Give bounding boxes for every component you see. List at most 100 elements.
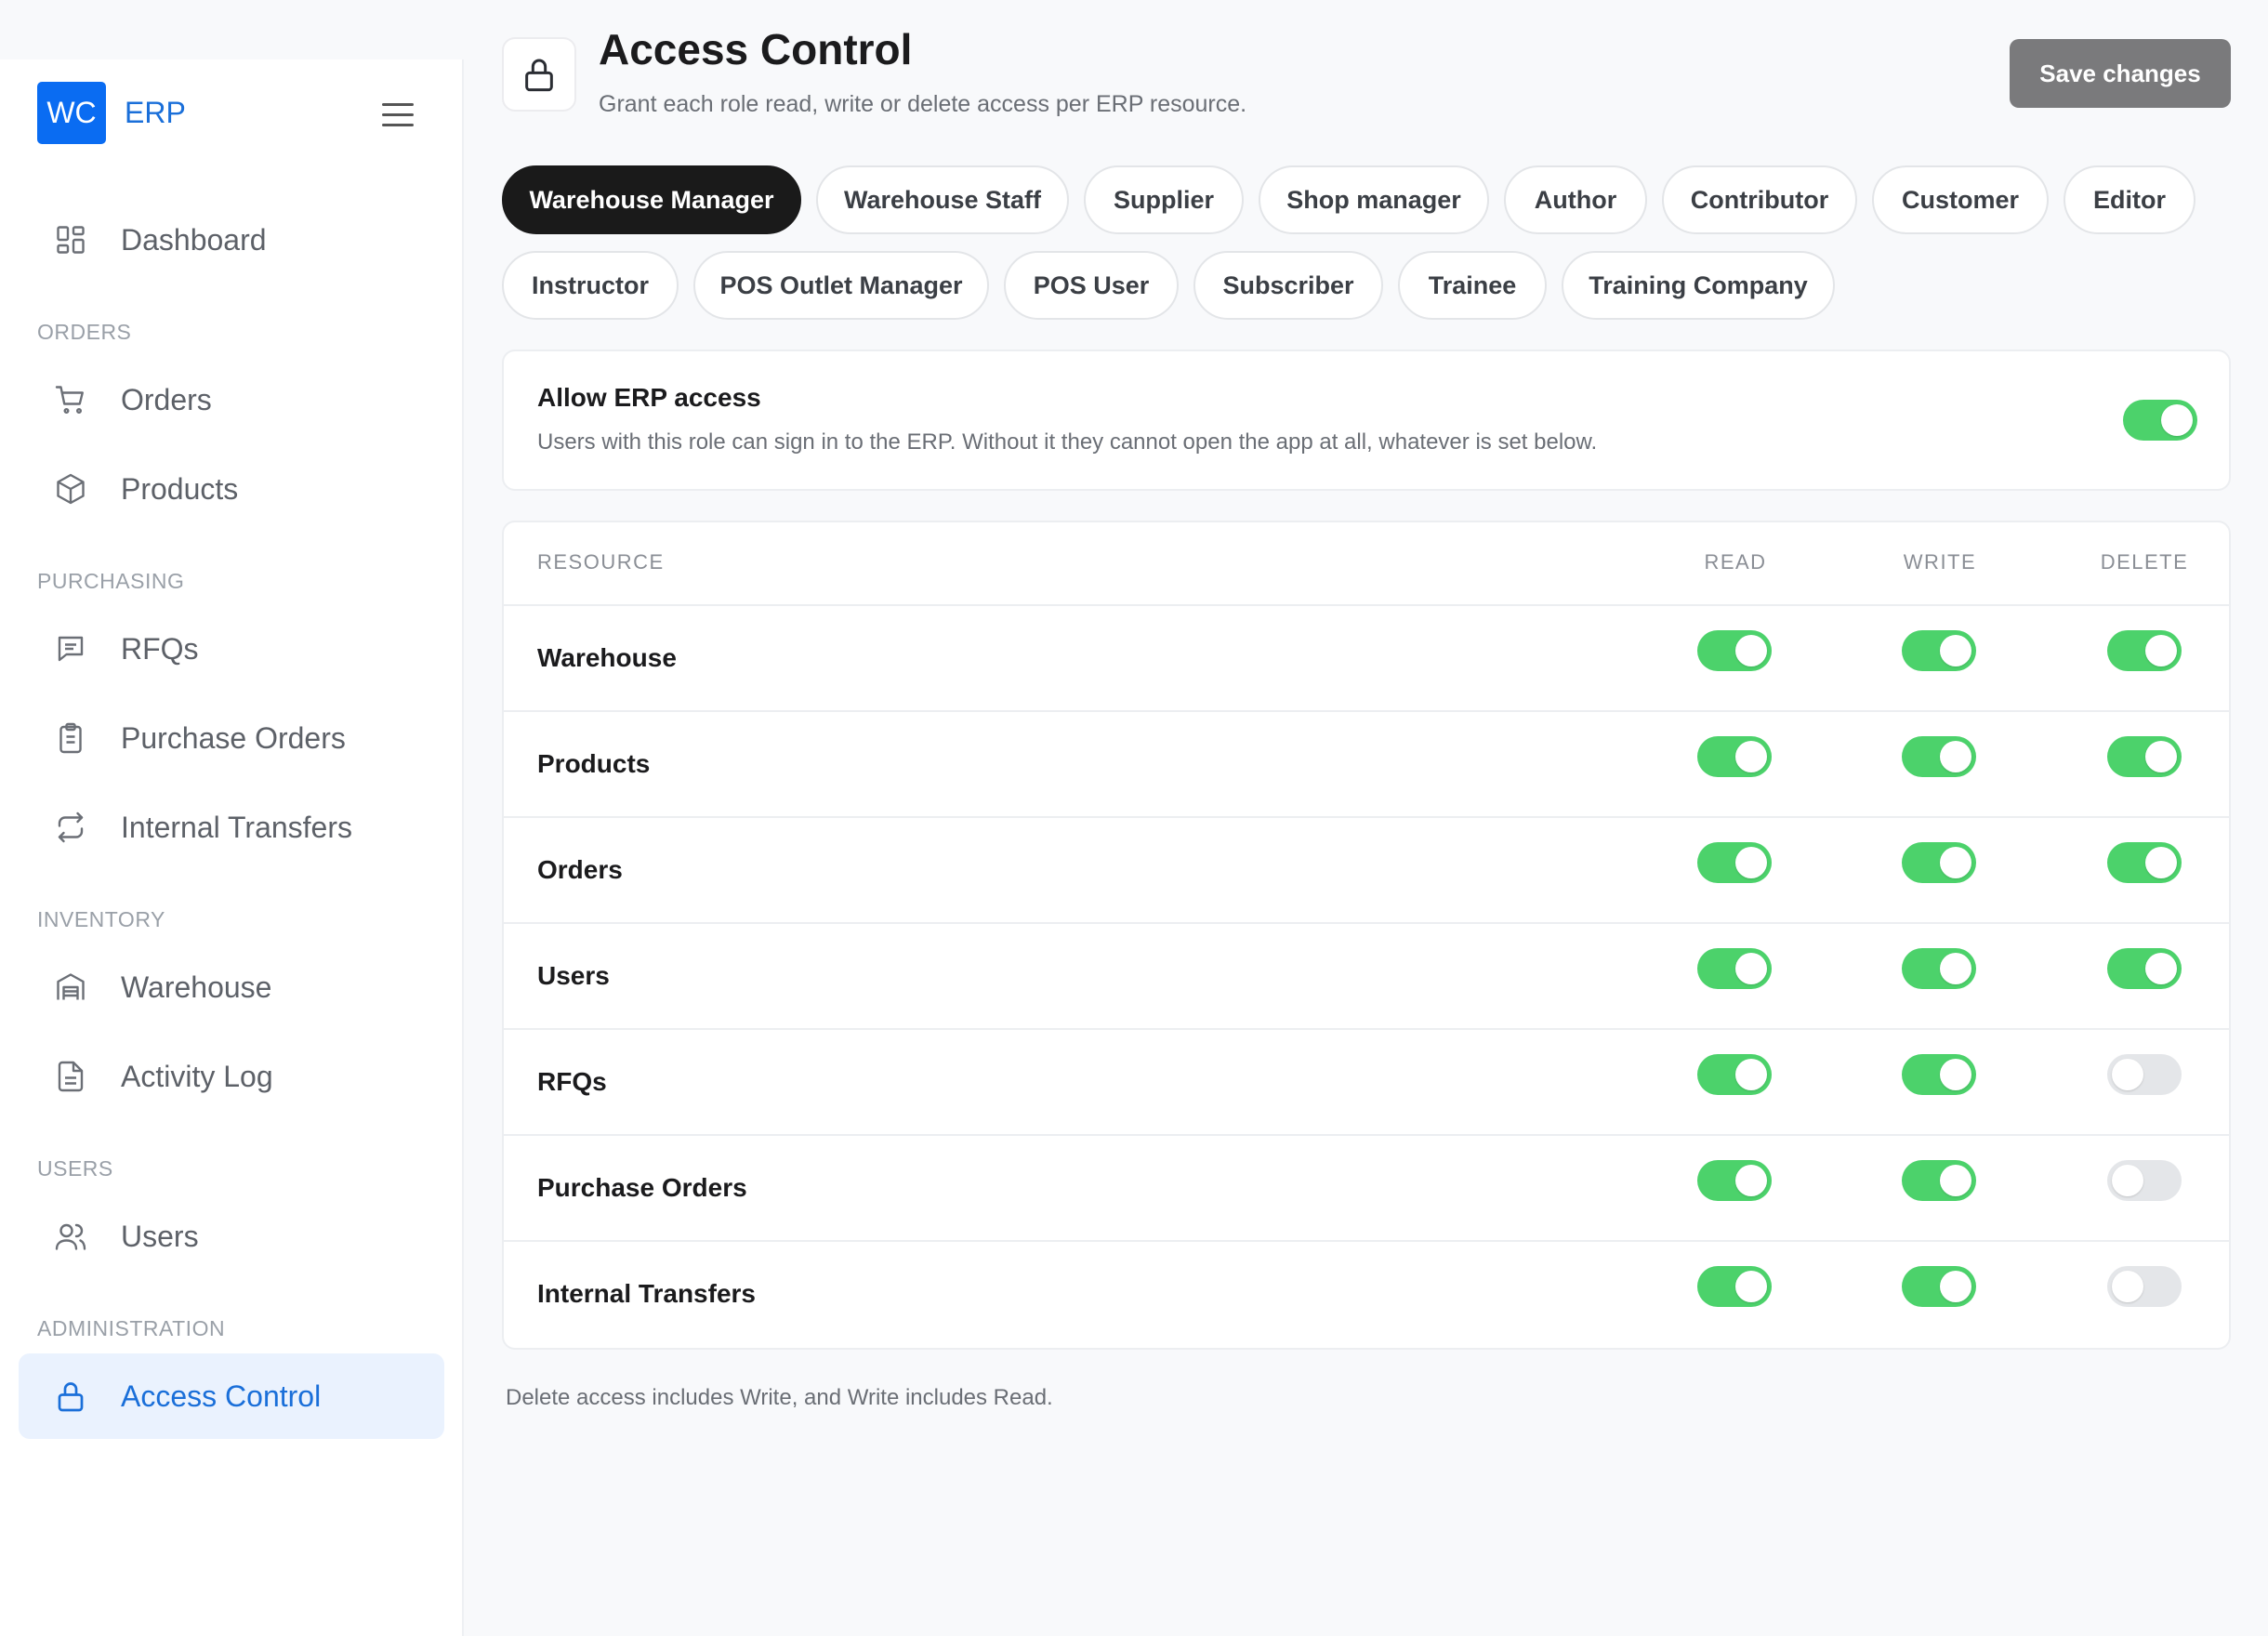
sidebar-item-internal-transfers[interactable]: Internal Transfers — [19, 785, 444, 870]
section-label-purchasing: PURCHASING — [37, 569, 185, 593]
role-pill-warehouse-manager[interactable]: Warehouse Manager — [502, 165, 801, 234]
table-row: Purchase Orders — [504, 1134, 2229, 1240]
sidebar-item-purchase-orders[interactable]: Purchase Orders — [19, 695, 444, 781]
read-permission-toggle[interactable] — [1697, 1266, 1772, 1307]
write-permission-toggle[interactable] — [1902, 736, 1976, 777]
table-row: Products — [504, 710, 2229, 816]
role-pill-pos-outlet-manager[interactable]: POS Outlet Manager — [693, 251, 989, 320]
sidebar-item-label: Users — [121, 1219, 199, 1253]
section-label-users: USERS — [37, 1156, 113, 1181]
sidebar-item-rfqs[interactable]: RFQs — [19, 606, 444, 692]
role-pill-subscriber[interactable]: Subscriber — [1193, 251, 1383, 320]
read-permission-toggle[interactable] — [1697, 736, 1772, 777]
resource-name: Internal Transfers — [537, 1279, 756, 1308]
brand-name: ERP — [125, 96, 186, 129]
write-permission-toggle[interactable] — [1902, 1266, 1976, 1307]
warehouse-icon — [57, 973, 85, 1000]
read-permission-toggle[interactable] — [1697, 630, 1772, 671]
role-pill-supplier[interactable]: Supplier — [1084, 165, 1244, 234]
delete-permission-toggle[interactable] — [2107, 1160, 2182, 1201]
role-pill-shop-manager[interactable]: Shop manager — [1259, 165, 1489, 234]
role-pill-editor[interactable]: Editor — [2064, 165, 2195, 234]
table-row: Users — [504, 922, 2229, 1028]
column-header-resource: RESOURCE — [537, 550, 665, 574]
read-permission-toggle[interactable] — [1697, 842, 1772, 883]
sidebar-item-access-control[interactable]: Access Control — [19, 1353, 444, 1439]
role-pill-warehouse-staff[interactable]: Warehouse Staff — [816, 165, 1069, 234]
sidebar: WC ERP Dashboard ORDERS Orders Products … — [0, 59, 464, 1636]
dashboard-icon — [57, 226, 85, 254]
column-header-write: WRITE — [1903, 550, 1977, 574]
write-permission-toggle[interactable] — [1902, 1054, 1976, 1095]
delete-permission-toggle[interactable] — [2107, 1054, 2182, 1095]
role-pill-pos-user[interactable]: POS User — [1004, 251, 1179, 320]
sidebar-item-label: Warehouse — [121, 970, 272, 1004]
role-pill-trainee[interactable]: Trainee — [1398, 251, 1547, 320]
sidebar-item-orders[interactable]: Orders — [19, 357, 444, 442]
save-changes-button[interactable]: Save changes — [2010, 39, 2231, 108]
sidebar-item-label: Purchase Orders — [121, 720, 346, 755]
role-pill-customer[interactable]: Customer — [1872, 165, 2049, 234]
resource-name: Orders — [537, 855, 623, 884]
erp-access-description: Users with this role can sign in to the … — [537, 429, 1598, 455]
write-permission-toggle[interactable] — [1902, 630, 1976, 671]
section-label-inventory: INVENTORY — [37, 907, 165, 931]
erp-access-toggle[interactable] — [2123, 400, 2197, 441]
clipboard-icon — [59, 722, 82, 754]
sidebar-item-products[interactable]: Products — [19, 446, 444, 532]
sidebar-item-label: Internal Transfers — [121, 810, 352, 844]
lock-icon — [58, 1382, 84, 1412]
erp-access-card: Allow ERP access Users with this role ca… — [502, 350, 2231, 491]
resource-name: RFQs — [537, 1067, 607, 1096]
table-row: Warehouse — [504, 604, 2229, 710]
footnote: Delete access includes Write, and Write … — [506, 1385, 1053, 1410]
file-text-icon — [58, 1061, 84, 1092]
delete-permission-toggle[interactable] — [2107, 842, 2182, 883]
role-pill-contributor[interactable]: Contributor — [1662, 165, 1857, 234]
lock-icon — [525, 59, 553, 92]
resource-name: Products — [537, 749, 651, 778]
delete-permission-toggle[interactable] — [2107, 736, 2182, 777]
write-permission-toggle[interactable] — [1902, 1160, 1976, 1201]
box-icon — [57, 473, 85, 505]
table-row: RFQs — [504, 1028, 2229, 1134]
resource-name: Users — [537, 961, 610, 990]
sidebar-item-label: RFQs — [121, 631, 199, 666]
write-permission-toggle[interactable] — [1902, 842, 1976, 883]
page-subtitle: Grant each role read, write or delete ac… — [599, 91, 1247, 117]
column-header-read: READ — [1704, 550, 1767, 574]
column-header-delete: DELETE — [2100, 550, 2189, 574]
sidebar-item-warehouse[interactable]: Warehouse — [19, 944, 444, 1030]
sidebar-item-dashboard[interactable]: Dashboard — [19, 197, 444, 283]
delete-permission-toggle[interactable] — [2107, 630, 2182, 671]
sidebar-item-users[interactable]: Users — [19, 1194, 444, 1279]
sidebar-item-label: Orders — [121, 382, 212, 416]
role-pill-instructor[interactable]: Instructor — [502, 251, 679, 320]
table-row: Internal Transfers — [504, 1240, 2229, 1346]
erp-access-title: Allow ERP access — [537, 383, 761, 412]
read-permission-toggle[interactable] — [1697, 948, 1772, 989]
cart-icon — [55, 386, 84, 414]
role-pill-author[interactable]: Author — [1504, 165, 1647, 234]
delete-permission-toggle[interactable] — [2107, 948, 2182, 989]
sidebar-item-label: Activity Log — [121, 1059, 273, 1093]
users-icon — [55, 1223, 86, 1250]
read-permission-toggle[interactable] — [1697, 1160, 1772, 1201]
section-label-orders: ORDERS — [37, 320, 132, 344]
hamburger-menu-icon[interactable] — [379, 97, 416, 134]
read-permission-toggle[interactable] — [1697, 1054, 1772, 1095]
brand-logo: WC — [37, 82, 106, 144]
section-label-administration: ADMINISTRATION — [37, 1316, 226, 1340]
permissions-table: RESOURCE READ WRITE DELETE Warehouse Prod… — [502, 521, 2231, 1350]
message-icon — [58, 636, 84, 662]
sidebar-item-label: Products — [121, 471, 239, 506]
page-header-icon — [502, 37, 576, 112]
brand[interactable]: WC ERP — [37, 82, 186, 144]
role-pill-training-company[interactable]: Training Company — [1562, 251, 1835, 320]
table-row: Orders — [504, 816, 2229, 922]
sidebar-item-activity-log[interactable]: Activity Log — [19, 1034, 444, 1119]
delete-permission-toggle[interactable] — [2107, 1266, 2182, 1307]
write-permission-toggle[interactable] — [1902, 948, 1976, 989]
resource-name: Warehouse — [537, 643, 677, 672]
sidebar-item-label: Dashboard — [121, 222, 267, 257]
